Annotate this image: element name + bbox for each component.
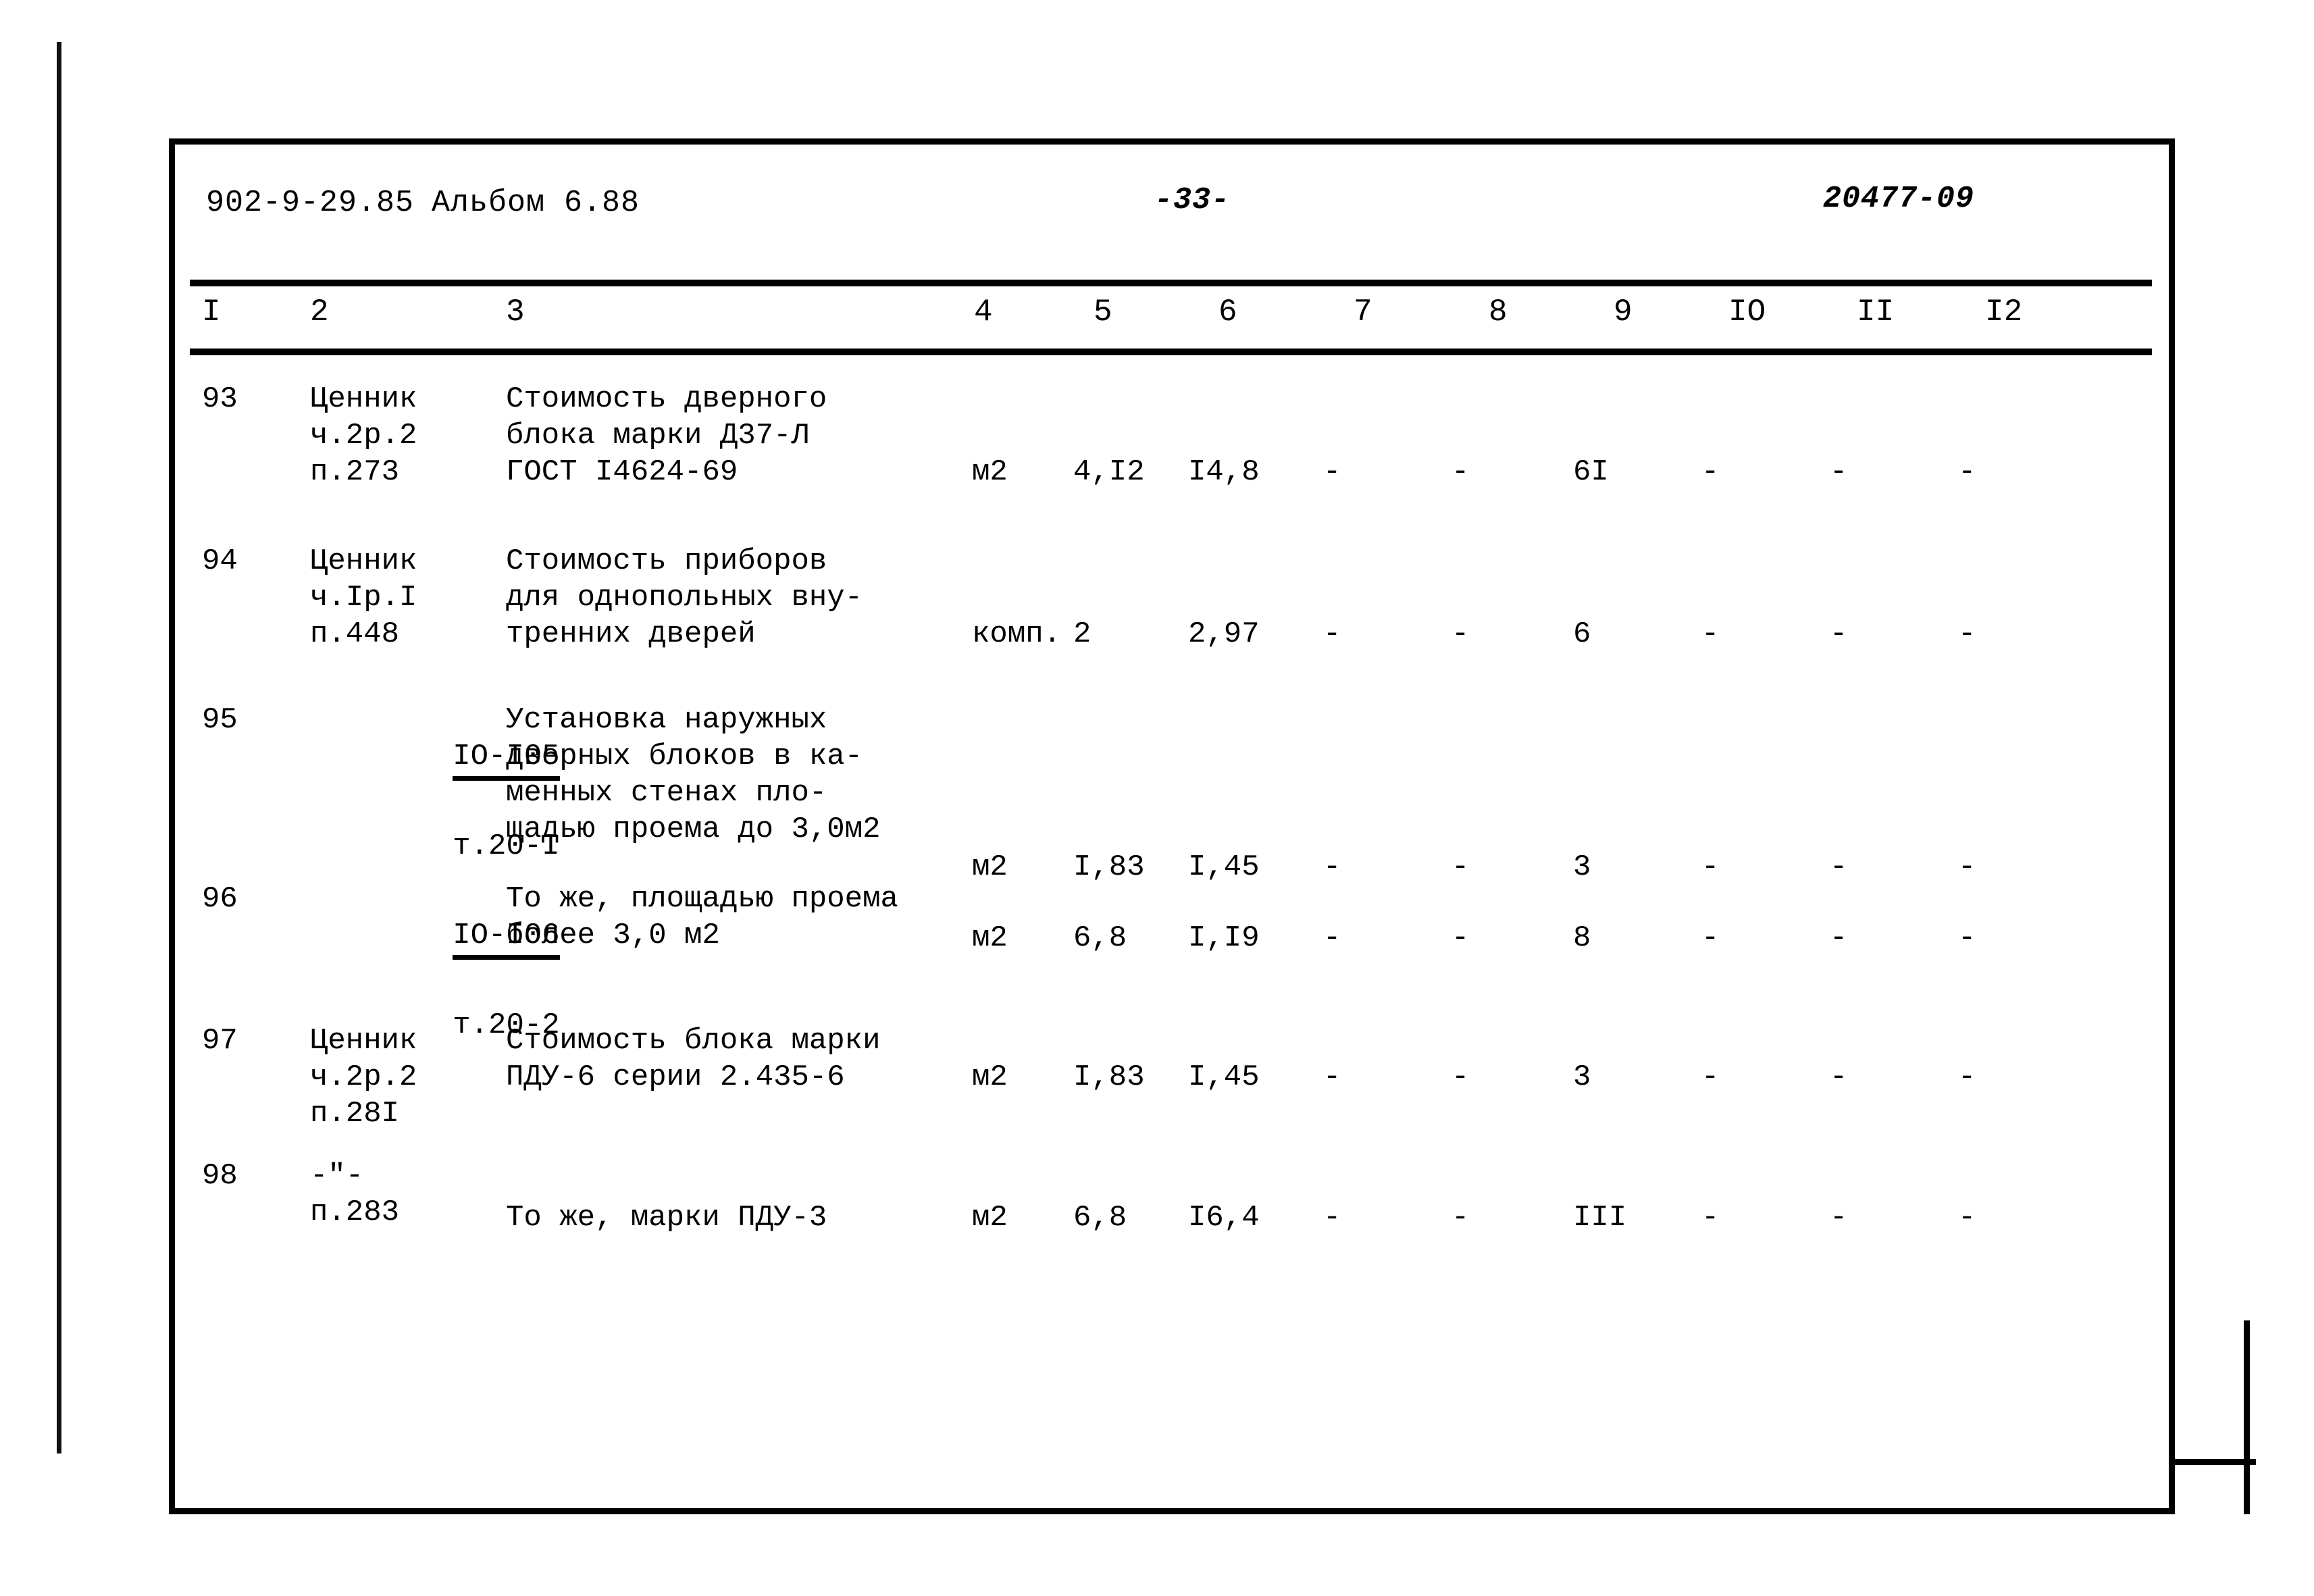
column-number-5: 5	[1094, 294, 1112, 330]
row-value-10: -	[1701, 617, 1720, 651]
row-description: Стоимость приборов для однопольных вну- …	[506, 544, 863, 651]
row-value-8: -	[1451, 850, 1470, 884]
row-value-11: -	[1830, 921, 1848, 955]
row-value-9: 8	[1573, 921, 1591, 955]
binding-margin-rule	[57, 42, 61, 1453]
row-value-11: -	[1830, 617, 1848, 651]
row-value-5: I,83	[1073, 1060, 1145, 1094]
row-value-12: -	[1958, 850, 1976, 884]
row-position-number: 96	[202, 882, 238, 916]
column-number-2: 2	[310, 294, 329, 330]
column-number-9: 9	[1614, 294, 1632, 330]
row-value-6: I,45	[1188, 1060, 1260, 1094]
row-value-12: -	[1958, 1201, 1976, 1235]
column-number-10: IO	[1728, 294, 1766, 330]
right-edge-stamp-box	[2169, 1320, 2256, 1514]
row-value-5: 6,8	[1073, 921, 1127, 955]
row-value-12: -	[1958, 455, 1976, 489]
row-value-10: -	[1701, 850, 1720, 884]
row-source-code: Ценник ч.2р.2 п.273	[310, 382, 417, 489]
row-value-9: 3	[1573, 1060, 1591, 1094]
row-value-8: -	[1451, 617, 1470, 651]
row-value-10: -	[1701, 1201, 1720, 1235]
row-value-5: 2	[1073, 617, 1091, 651]
row-value-12: -	[1958, 1060, 1976, 1094]
row-value-7: -	[1323, 1060, 1341, 1094]
row-position-number: 93	[202, 382, 238, 416]
row-value-12: -	[1958, 921, 1976, 955]
row-value-9: III	[1573, 1201, 1627, 1235]
column-number-3: 3	[506, 294, 525, 330]
row-value-11: -	[1830, 850, 1848, 884]
row-value-9: 6	[1573, 617, 1591, 651]
row-unit: м2	[972, 1060, 1008, 1094]
row-value-10: -	[1701, 455, 1720, 489]
row-value-5: I,83	[1073, 850, 1145, 884]
row-value-12: -	[1958, 617, 1976, 651]
row-description: Стоимость дверного блока марки Д37-Л ГОС…	[506, 382, 827, 489]
row-value-11: -	[1830, 1060, 1848, 1094]
row-unit: комп.	[972, 617, 1062, 651]
row-source-code: -"- п.283	[310, 1159, 400, 1229]
column-number-12: I2	[1985, 294, 2023, 330]
row-value-7: -	[1323, 850, 1341, 884]
row-unit: м2	[972, 1201, 1008, 1235]
row-unit: м2	[972, 455, 1008, 489]
row-value-9: 6I	[1573, 455, 1609, 489]
row-value-10: -	[1701, 921, 1720, 955]
row-value-6: I4,8	[1188, 455, 1260, 489]
row-position-number: 95	[202, 703, 238, 737]
row-position-number: 98	[202, 1159, 238, 1193]
row-value-7: -	[1323, 921, 1341, 955]
row-position-number: 94	[202, 544, 238, 578]
row-value-10: -	[1701, 1060, 1720, 1094]
row-value-8: -	[1451, 1060, 1470, 1094]
specification-table: I 2 3 4 5 6 7 8 9 IO II I2 93 Ценник ч.2…	[175, 145, 2169, 1508]
document-frame: 902-9-29.85 Альбом 6.88 -33- 20477-09 I …	[169, 138, 2175, 1514]
column-number-11: II	[1857, 294, 1895, 330]
row-description: Установка наружных дверных блоков в ка- …	[506, 703, 881, 846]
column-number-4: 4	[974, 294, 993, 330]
column-number-6: 6	[1218, 294, 1237, 330]
stamp-box-divider	[2175, 1459, 2256, 1465]
row-value-11: -	[1830, 1201, 1848, 1235]
row-value-8: -	[1451, 1201, 1470, 1235]
row-source-code: Ценник ч.Iр.I п.448	[310, 544, 417, 651]
column-number-row: I 2 3 4 5 6 7 8 9 IO II I2	[175, 294, 2169, 339]
row-description: То же, площадью проема более 3,0 м2	[506, 882, 898, 952]
row-value-8: -	[1451, 921, 1470, 955]
row-value-6: 2,97	[1188, 617, 1260, 651]
row-value-6: I,45	[1188, 850, 1260, 884]
row-value-5: 4,I2	[1073, 455, 1145, 489]
row-value-5: 6,8	[1073, 1201, 1127, 1235]
row-value-7: -	[1323, 455, 1341, 489]
row-description: Стоимость блока марки ПДУ-6 серии 2.435-…	[506, 1024, 881, 1094]
row-value-6: I6,4	[1188, 1201, 1260, 1235]
row-value-9: 3	[1573, 850, 1591, 884]
row-description: То же, марки ПДУ-3	[506, 1201, 827, 1235]
row-unit: м2	[972, 921, 1008, 955]
row-value-11: -	[1830, 455, 1848, 489]
row-source-code: Ценник ч.2р.2 п.28I	[310, 1024, 417, 1131]
row-value-7: -	[1323, 1201, 1341, 1235]
row-value-6: I,I9	[1188, 921, 1260, 955]
row-unit: м2	[972, 850, 1008, 884]
column-number-8: 8	[1489, 294, 1508, 330]
row-position-number: 97	[202, 1024, 238, 1058]
column-number-7: 7	[1354, 294, 1372, 330]
row-value-8: -	[1451, 455, 1470, 489]
column-number-1: I	[202, 294, 221, 330]
row-value-7: -	[1323, 617, 1341, 651]
